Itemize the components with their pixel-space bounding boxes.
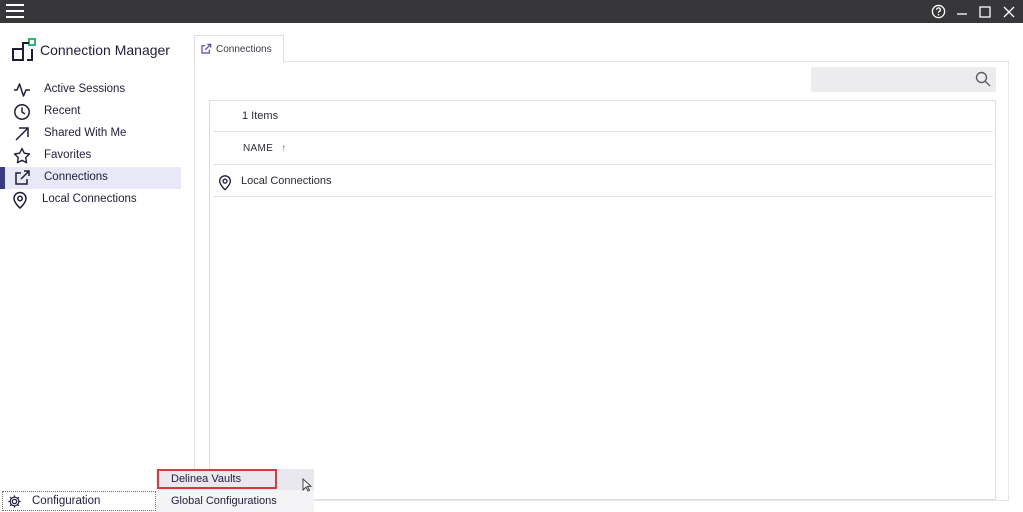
sidebar-item-label: Favorites [44, 149, 92, 161]
sidebar-nav: Active Sessions Recent Shared With Me Fa… [0, 79, 181, 211]
sidebar: Connection Manager Active Sessions Recen… [0, 23, 184, 512]
search-input[interactable] [811, 67, 971, 92]
brand: Connection Manager [12, 37, 170, 63]
star-icon [12, 146, 32, 166]
menu-item-global-configurations[interactable]: Global Configurations [156, 491, 314, 512]
sidebar-item-connections[interactable]: Connections [0, 167, 181, 189]
column-header-label: NAME [243, 143, 274, 154]
sidebar-item-active-sessions[interactable]: Active Sessions [0, 79, 181, 101]
table-row[interactable]: Local Connections [213, 167, 993, 197]
title-bar [0, 0, 1023, 23]
map-pin-icon [217, 174, 233, 195]
external-link-icon [200, 43, 212, 55]
sidebar-item-label: Local Connections [42, 193, 137, 205]
sidebar-item-label: Shared With Me [44, 127, 127, 139]
sidebar-item-label: Active Sessions [44, 83, 126, 95]
sidebar-item-recent[interactable]: Recent [0, 101, 181, 123]
divider [213, 164, 993, 165]
row-name: Local Connections [241, 175, 332, 187]
activity-icon [12, 80, 32, 100]
close-icon[interactable] [1000, 3, 1018, 20]
arrow-up-right-icon [12, 124, 32, 144]
connections-list: 1 Items NAME ↑ Local Connections [209, 100, 996, 500]
sidebar-item-favorites[interactable]: Favorites [0, 145, 181, 167]
minimize-icon[interactable] [953, 3, 971, 20]
configuration-label: Configuration [32, 495, 101, 507]
highlight-box [157, 469, 277, 489]
sidebar-item-local-connections[interactable]: Local Connections [0, 189, 181, 211]
mouse-cursor-icon [302, 477, 313, 496]
tab-label: Connections [216, 43, 272, 55]
gear-icon [7, 494, 22, 512]
divider [213, 131, 993, 132]
sidebar-item-label: Connections [44, 171, 108, 183]
sidebar-item-label: Recent [44, 105, 81, 117]
connection-manager-logo [12, 38, 36, 62]
search-box [811, 67, 996, 92]
app-title: Connection Manager [40, 42, 170, 58]
divider [213, 196, 993, 197]
hamburger-icon[interactable] [6, 4, 24, 18]
items-count: 1 Items [242, 110, 279, 122]
column-header-name[interactable]: NAME ↑ [243, 143, 286, 154]
clock-icon [12, 102, 32, 122]
tab-connections[interactable]: Connections [194, 35, 284, 63]
search-icon[interactable] [975, 71, 991, 91]
menu-item-label: Global Configurations [171, 495, 277, 507]
maximize-icon[interactable] [976, 3, 994, 20]
sort-ascending-icon[interactable]: ↑ [281, 143, 286, 154]
main-content: Connections 1 Items NAME ↑ Local Connect… [184, 23, 1023, 512]
configuration-button[interactable]: Configuration [2, 491, 156, 511]
external-link-icon [12, 168, 32, 188]
help-icon[interactable] [929, 3, 947, 20]
map-pin-icon [10, 190, 30, 210]
sidebar-item-shared-with-me[interactable]: Shared With Me [0, 123, 181, 145]
